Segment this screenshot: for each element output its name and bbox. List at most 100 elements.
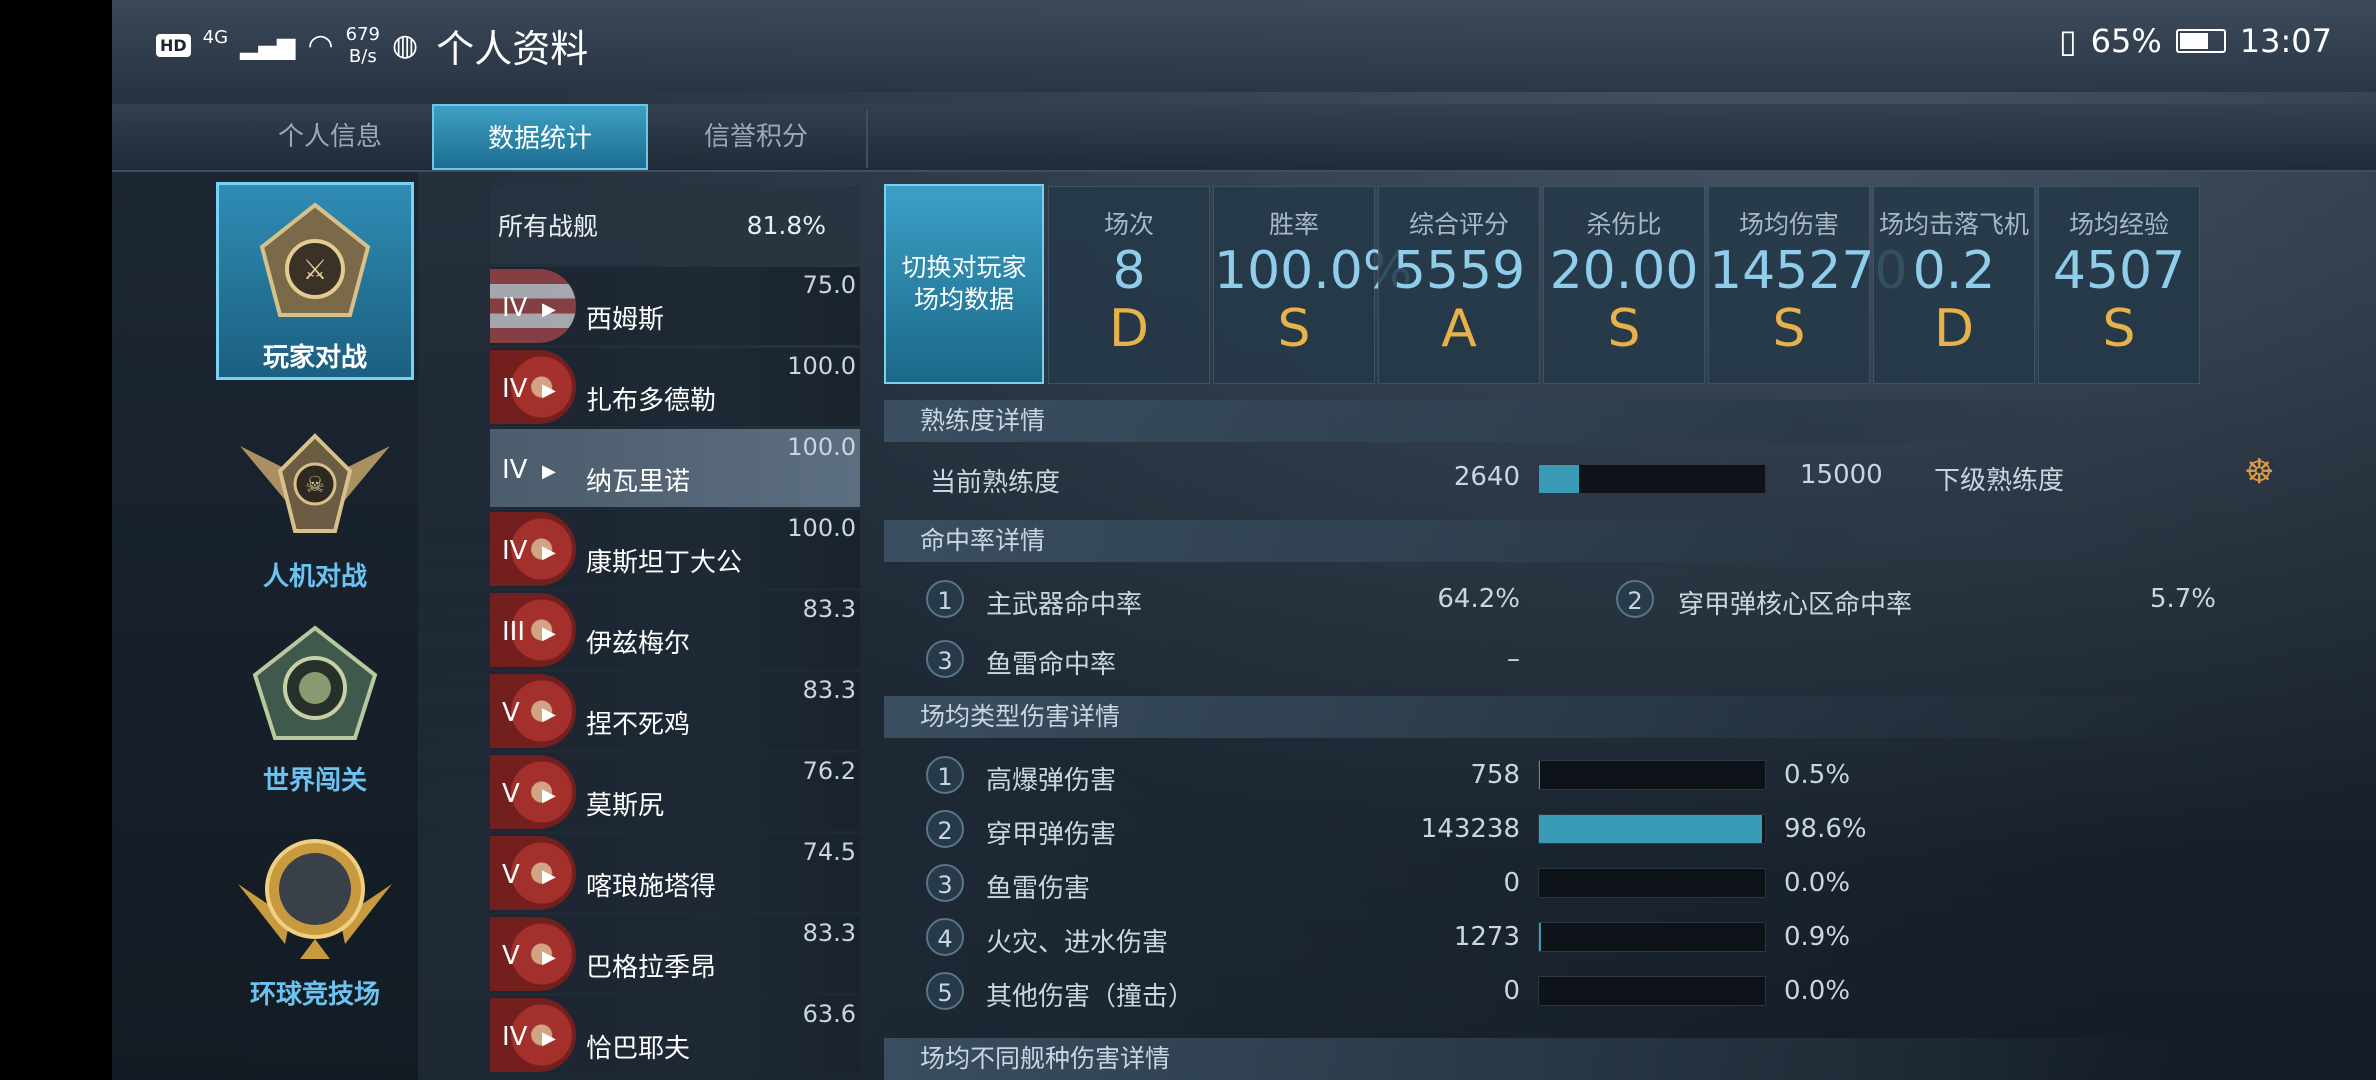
ship-class-icon: ▶: [542, 542, 556, 563]
ship-name: 西姆斯: [586, 305, 665, 335]
tab-data-statistics[interactable]: 数据统计: [432, 104, 648, 170]
all-ships-row[interactable]: 所有战舰 81.8%: [490, 186, 860, 264]
mode-global-arena[interactable]: 环球竞技场: [216, 812, 414, 1010]
ship-list-item[interactable]: IV ▶ 扎布多德勒 100.0: [490, 348, 860, 426]
hit-rate-index-badge: 3: [926, 640, 964, 678]
ship-list-item[interactable]: IV ▶ 西姆斯 75.0: [490, 267, 860, 345]
hit-rate-index-badge: 2: [1616, 580, 1654, 618]
hit-rate-value: 64.2%: [1437, 584, 1520, 614]
stat-value: 145270: [1709, 241, 1908, 301]
ship-name: 恰巴耶夫: [586, 1034, 691, 1064]
next-level-proficiency-label[interactable]: 下级熟练度: [1934, 460, 2064, 497]
stat-label: 场均击落飞机: [1878, 210, 2029, 239]
damage-index-badge: 1: [926, 756, 964, 794]
ship-list-item[interactable]: V ▶ 喀琅施塔得 74.5: [490, 834, 860, 912]
mode-label: 人机对战: [262, 562, 367, 592]
ship-list-item[interactable]: IV ▶ 康斯坦丁大公 100.0: [490, 510, 860, 588]
ship-class-icon: ▶: [542, 380, 556, 401]
damage-value: 0: [1503, 976, 1520, 1006]
ship-name: 伊兹梅尔: [586, 629, 691, 659]
ship-list-item[interactable]: V ▶ 捏不死鸡 83.3: [490, 672, 860, 750]
ship-name: 莫斯尻: [586, 791, 665, 821]
ship-list-item[interactable]: V ▶ 巴格拉季昂 83.3: [490, 915, 860, 993]
damage-share-bar: [1538, 814, 1766, 844]
world-challenge-emblem-icon: [252, 625, 378, 740]
ship-score: 83.3: [802, 595, 856, 623]
proficiency-bar-fill: [1539, 465, 1579, 493]
ship-name: 纳瓦里诺: [586, 467, 691, 497]
ship-score: 83.3: [802, 676, 856, 704]
stat-value: 8: [1112, 241, 1146, 301]
damage-percent: 98.6%: [1784, 814, 1867, 844]
damage-index-badge: 3: [926, 864, 964, 902]
signal-bars-icon: ▂▄▆: [240, 31, 296, 60]
ship-class-damage-section-header: 场均不同舰种伤害详情: [884, 1038, 2194, 1080]
ship-tier: V: [502, 698, 520, 728]
ship-name: 捏不死鸡: [586, 710, 691, 740]
hit-rate-value: 5.7%: [2149, 584, 2216, 614]
hit-rate-label: 鱼雷命中率: [986, 650, 1117, 680]
ship-tier: IV: [502, 455, 528, 485]
ship-class-icon: ▶: [542, 1028, 556, 1049]
stat-grade: S: [1772, 299, 1806, 359]
mode-label: 玩家对战: [262, 343, 367, 373]
all-ships-value: 81.8%: [746, 210, 826, 240]
stat-value: 0.2: [1912, 241, 1996, 301]
ship-list-item[interactable]: V ▶ 莫斯尻 76.2: [490, 753, 860, 831]
hit-rate-section-header: 命中率详情: [884, 520, 2194, 562]
app-window: HD 4G ▂▄▆ ◠ 679 B/s ◍ 个人资料 ▯ 65% 13:07 个人…: [112, 0, 2376, 1080]
stat-card: 场均经验 4507 S: [2038, 186, 2200, 384]
mode-world-challenge[interactable]: 世界闯关: [216, 608, 414, 796]
damage-type-label: 其他伤害（撞击）: [986, 982, 1195, 1012]
ship-score: 63.6: [802, 1000, 856, 1028]
switch-average-data-button[interactable]: 切换对玩家场均数据: [884, 184, 1044, 384]
stat-value: 4507: [2052, 241, 2186, 301]
ship-list-item[interactable]: IV ▶ 纳瓦里诺 100.0: [490, 429, 860, 507]
ship-class-icon: ▶: [542, 299, 556, 320]
stat-card: 场次 8 D: [1048, 186, 1210, 384]
ship-name: 喀琅施塔得: [586, 872, 717, 902]
clock: 13:07: [2239, 22, 2332, 60]
damage-type-label: 火灾、进水伤害: [986, 928, 1169, 958]
stat-grade: D: [1933, 299, 1975, 359]
ship-tier: III: [502, 617, 526, 647]
stat-grade: S: [1607, 299, 1641, 359]
stat-card: 场均伤害 145270 S: [1708, 186, 1908, 384]
battery-icon: [2175, 29, 2226, 53]
ship-list-item[interactable]: IV ▶ 恰巴耶夫 63.6: [490, 996, 860, 1074]
ship-wheel-icon[interactable]: ☸: [2244, 452, 2274, 492]
hd-badge: HD: [156, 34, 191, 57]
ship-score: 100.0: [787, 352, 856, 380]
damage-value: 758: [1470, 760, 1520, 790]
ship-score: 83.3: [802, 919, 856, 947]
ship-score: 100.0: [787, 433, 856, 461]
stat-grade: S: [1277, 299, 1311, 359]
ship-name: 巴格拉季昂: [586, 953, 717, 983]
ship-score: 74.5: [802, 838, 856, 866]
tab-personal-info[interactable]: 个人信息: [222, 104, 438, 170]
svg-text:☠: ☠: [305, 473, 325, 498]
stat-label: 综合评分: [1408, 210, 1509, 239]
mode-pvp[interactable]: ⚔ 玩家对战: [216, 182, 414, 380]
wifi-icon: ◠: [307, 28, 334, 63]
signal-icon: 4G: [202, 27, 229, 48]
ship-list-item[interactable]: III ▶ 伊兹梅尔 83.3: [490, 591, 860, 669]
ship-class-icon: ▶: [542, 866, 556, 887]
damage-type-section-header: 场均类型伤害详情: [884, 696, 2194, 738]
tab-credit-points[interactable]: 信誉积分: [648, 104, 864, 170]
current-proficiency-value: 2640: [1453, 462, 1520, 492]
hit-rate-label: 主武器命中率: [986, 590, 1143, 620]
ship-name: 康斯坦丁大公: [586, 548, 743, 578]
pvp-emblem-icon: ⚔: [259, 202, 371, 317]
ship-score: 100.0: [787, 514, 856, 542]
mode-pve[interactable]: ☠ 人机对战: [216, 404, 414, 592]
all-ships-label: 所有战舰: [498, 212, 599, 241]
ship-class-icon: ▶: [542, 461, 556, 482]
max-proficiency-value: 15000: [1800, 460, 1883, 490]
stat-grade: S: [2102, 299, 2136, 359]
damage-share-bar-fill: [1539, 923, 1542, 951]
current-proficiency-label: 当前熟练度: [930, 468, 1061, 498]
damage-value: 143238: [1420, 814, 1520, 844]
damage-share-bar: [1538, 922, 1766, 952]
damage-value: 0: [1503, 868, 1520, 898]
